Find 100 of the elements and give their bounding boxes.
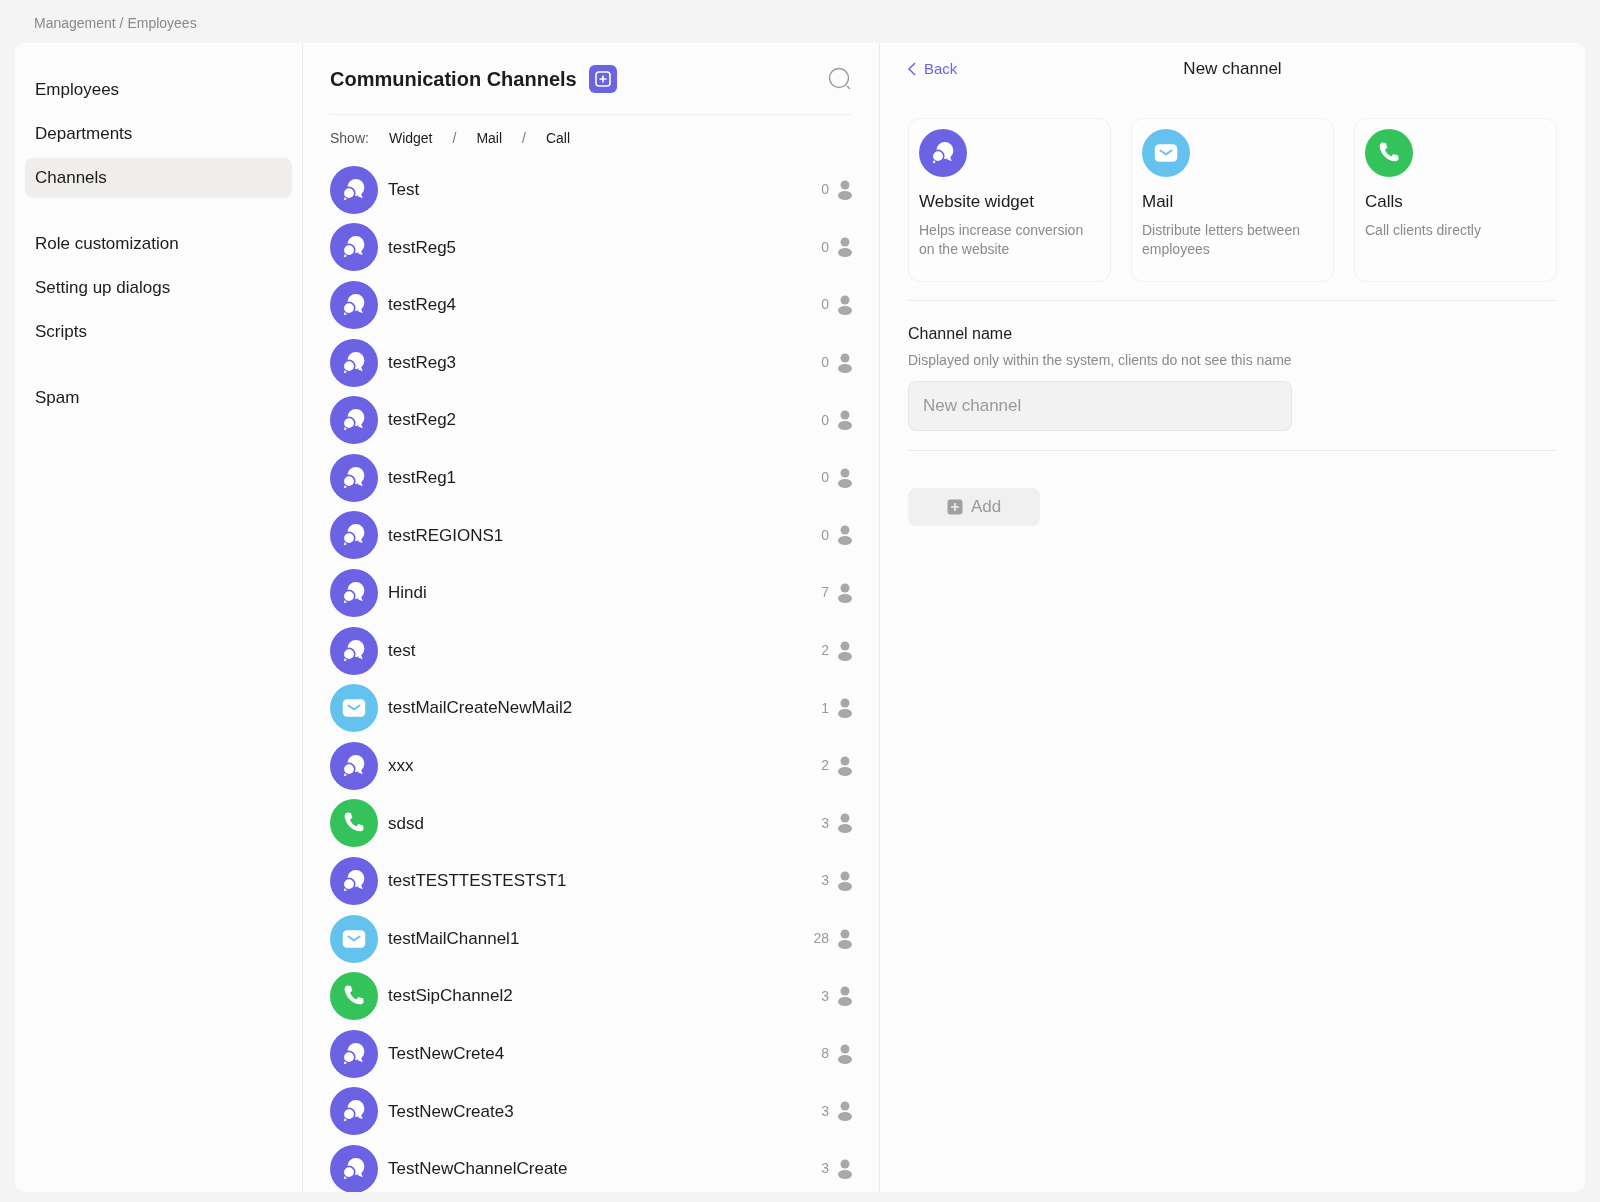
widget-channel-avatar bbox=[330, 338, 378, 387]
member-count: 3 bbox=[821, 871, 829, 891]
widget-channel-avatar bbox=[330, 396, 378, 445]
filter-link[interactable]: Widget bbox=[388, 127, 433, 149]
member-count: 1 bbox=[821, 698, 829, 718]
sidebar-item[interactable]: Role customization bbox=[25, 224, 292, 264]
plus-icon bbox=[946, 499, 963, 515]
person-icon bbox=[838, 352, 852, 373]
member-count: 3 bbox=[821, 1159, 829, 1179]
channel-name[interactable]: sdsd bbox=[388, 810, 424, 837]
field-label: Channel name bbox=[908, 324, 1014, 344]
member-count: 2 bbox=[821, 756, 829, 776]
person-icon bbox=[838, 467, 852, 488]
channel-name[interactable]: testReg2 bbox=[388, 407, 457, 433]
member-count: 3 bbox=[821, 986, 829, 1006]
widget-icon bbox=[919, 129, 967, 177]
channel-name[interactable]: testReg5 bbox=[388, 234, 457, 261]
widget-channel-avatar bbox=[330, 165, 378, 214]
plus-icon bbox=[594, 70, 611, 87]
person-icon bbox=[838, 1043, 852, 1064]
person-icon bbox=[838, 582, 852, 603]
separator: / bbox=[522, 128, 526, 148]
channel-name[interactable]: testMailChannel1 bbox=[388, 925, 520, 952]
member-count: 3 bbox=[821, 1101, 829, 1121]
widget-channel-avatar bbox=[330, 741, 378, 790]
widget-channel-avatar bbox=[330, 626, 378, 675]
panel-title: Communication Channels bbox=[330, 66, 577, 92]
person-icon bbox=[838, 295, 852, 315]
search-icon[interactable] bbox=[828, 66, 852, 91]
widget-channel-avatar bbox=[330, 856, 378, 905]
channel-name[interactable]: testSipChannel2 bbox=[388, 983, 513, 1009]
member-count: 2 bbox=[821, 641, 829, 661]
person-icon bbox=[838, 1158, 852, 1179]
sidebar-item[interactable]: Scripts bbox=[25, 312, 292, 352]
person-icon bbox=[838, 870, 852, 891]
widget-channel-avatar bbox=[330, 223, 378, 272]
person-icon bbox=[838, 986, 852, 1007]
person-icon bbox=[838, 525, 852, 546]
channel-name[interactable]: testReg4 bbox=[388, 292, 457, 318]
sidebar-item[interactable]: Departments bbox=[25, 114, 292, 154]
chevron-left-icon bbox=[908, 62, 916, 76]
person-icon bbox=[838, 179, 852, 200]
member-count: 8 bbox=[821, 1044, 829, 1064]
widget-channel-avatar bbox=[330, 453, 378, 502]
widget-channel-avatar bbox=[330, 1087, 378, 1136]
call-icon bbox=[1365, 129, 1413, 177]
channel-name[interactable]: testReg1 bbox=[388, 465, 457, 491]
panel-title: New channel bbox=[1183, 58, 1282, 81]
card-title: Mail bbox=[1142, 191, 1175, 213]
field-hint: Displayed only within the system, clients do not see this name bbox=[908, 351, 1293, 370]
separator: / bbox=[452, 128, 457, 148]
sidebar-item[interactable]: Employees bbox=[25, 70, 292, 110]
member-count: 0 bbox=[821, 468, 829, 488]
channel-type-card[interactable]: Website widget Helps increase conversion on the website bbox=[908, 118, 1111, 282]
channel-name[interactable]: testReg3 bbox=[388, 349, 457, 376]
card-description: Call clients directly bbox=[1365, 220, 1482, 240]
person-icon bbox=[838, 755, 852, 776]
sidebar-item[interactable]: Setting up dialogs bbox=[25, 268, 292, 308]
back-link[interactable]: Back bbox=[908, 57, 958, 81]
channel-name[interactable]: testTESTTESTESTST1 bbox=[388, 868, 567, 894]
call-channel-avatar bbox=[330, 972, 378, 1021]
person-icon bbox=[838, 1101, 852, 1122]
card-description: Distribute letters between employees bbox=[1142, 220, 1301, 259]
member-count: 3 bbox=[821, 813, 829, 833]
sidebar-item[interactable]: Channels bbox=[25, 158, 292, 198]
member-count: 0 bbox=[821, 295, 829, 315]
filter-link[interactable]: Mail bbox=[476, 127, 503, 149]
channel-name[interactable]: testREGIONS1 bbox=[388, 522, 504, 549]
channel-name[interactable]: testMailCreateNewMail2 bbox=[388, 695, 573, 721]
person-icon bbox=[838, 813, 852, 834]
widget-channel-avatar bbox=[330, 1029, 378, 1078]
member-count: 0 bbox=[821, 237, 829, 257]
filter-link[interactable]: Call bbox=[545, 127, 571, 149]
channel-name[interactable]: Test bbox=[388, 177, 420, 203]
widget-channel-avatar bbox=[330, 511, 378, 560]
mail-icon bbox=[1142, 129, 1190, 177]
channel-name[interactable]: test bbox=[388, 637, 416, 664]
channel-name[interactable]: TestNewCreate3 bbox=[388, 1098, 514, 1125]
filter-label: Show: bbox=[330, 128, 369, 148]
person-icon bbox=[838, 698, 852, 719]
member-count: 0 bbox=[821, 353, 829, 373]
channel-name-input[interactable]: New channel bbox=[908, 381, 1292, 431]
card-title: Website widget bbox=[919, 191, 1035, 213]
sidebar-item[interactable]: Spam bbox=[25, 378, 292, 418]
member-count: 0 bbox=[821, 525, 829, 545]
card-title: Calls bbox=[1365, 191, 1404, 213]
channel-type-card[interactable]: Calls Call clients directly bbox=[1354, 118, 1557, 282]
mail-channel-avatar bbox=[330, 684, 378, 733]
member-count: 0 bbox=[821, 410, 829, 430]
person-icon bbox=[838, 928, 852, 949]
add-channel-button[interactable] bbox=[588, 64, 617, 93]
channel-name[interactable]: Hindi bbox=[388, 580, 427, 606]
breadcrumb: Management / Employees bbox=[34, 14, 197, 33]
mail-channel-avatar bbox=[330, 914, 378, 963]
channel-name[interactable]: xxx bbox=[388, 753, 414, 779]
channel-name[interactable]: TestNewCrete4 bbox=[388, 1040, 505, 1067]
member-count: 28 bbox=[813, 929, 829, 948]
channel-name[interactable]: TestNewChannelCreate bbox=[388, 1156, 568, 1182]
channel-type-card[interactable]: Mail Distribute letters between employees bbox=[1131, 118, 1334, 282]
widget-channel-avatar bbox=[330, 281, 378, 329]
